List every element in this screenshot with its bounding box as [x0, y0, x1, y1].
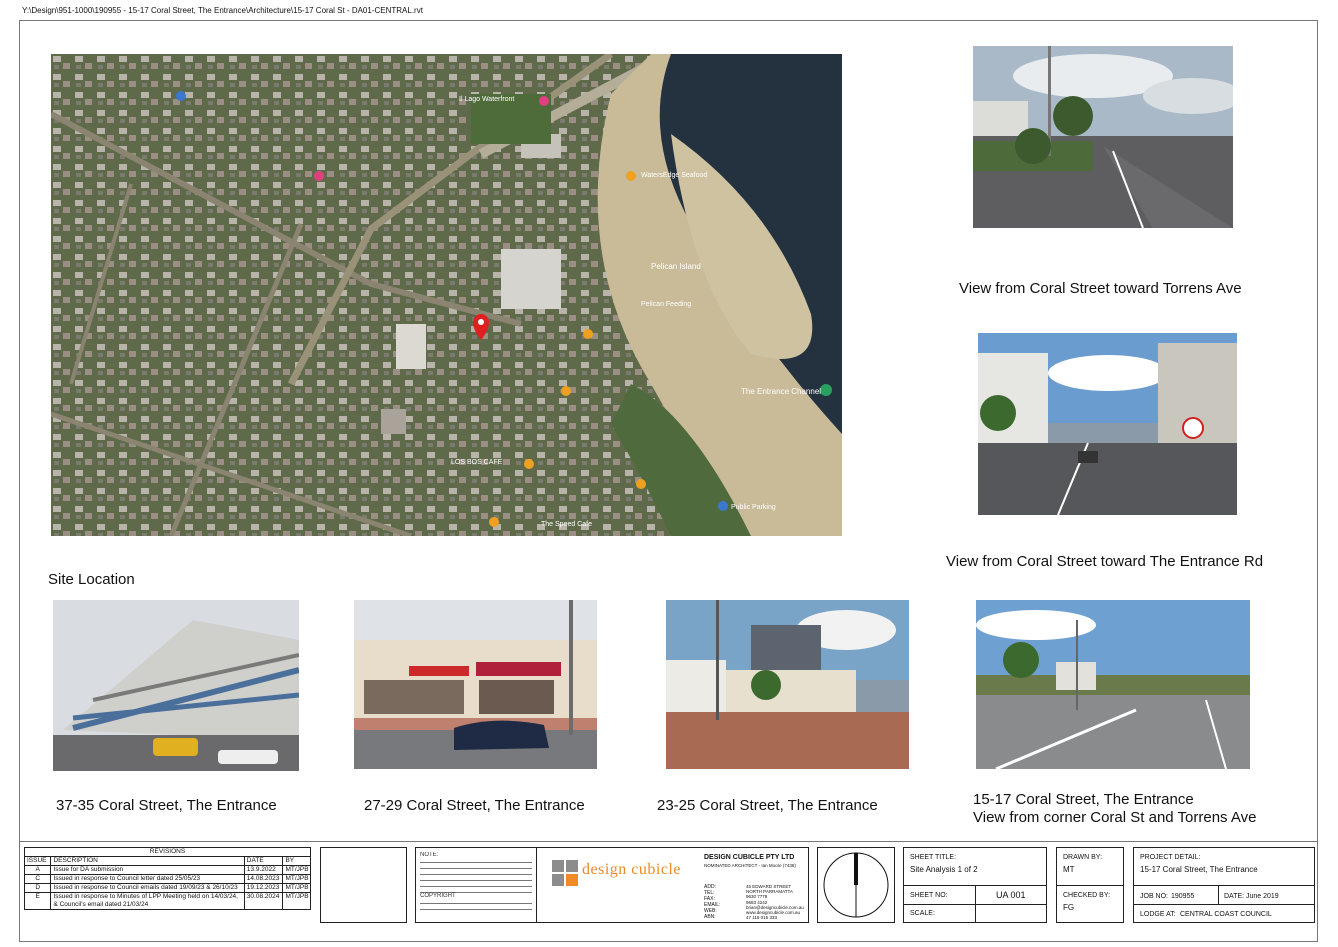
photo-23-25-coral — [666, 600, 909, 769]
job-no: 190955 — [1171, 893, 1195, 900]
drawn-by-label: DRAWN BY: — [1063, 854, 1103, 861]
notes-copyright: COPYRIGHT — [420, 893, 456, 899]
contact-label-abn: ABN: — [704, 914, 716, 920]
rev-description: Issued in response to Council letter dat… — [50, 874, 245, 884]
date: June 2019 — [1246, 893, 1279, 900]
company-panel: NOTE: COPYRIGHT design cubicle DESIGN CU… — [415, 847, 809, 923]
rev-by: MT/JPB — [282, 883, 311, 893]
caption-15-17-line1: 15-17 Coral Street, The Entrance — [973, 791, 1194, 808]
rev-date: 30.08.2024 — [243, 892, 284, 910]
lodge-label: LODGE AT: — [1140, 911, 1176, 918]
scale-label: SCALE: — [910, 910, 935, 917]
map-label-il-lago: Il Lago Waterfront — [459, 96, 514, 103]
rev-by: MT/JPB — [282, 865, 311, 875]
sheet-no: UA 001 — [996, 890, 1026, 900]
checked-by-label: CHECKED BY: — [1063, 892, 1111, 899]
file-path: Y:\Design\951-1000\190955 - 15-17 Coral … — [22, 6, 423, 15]
rev-date: 13.9.2022 — [243, 865, 284, 875]
site-aerial-map: Pelican Island The Entrance Channel Peli… — [51, 54, 842, 536]
table-row: C Issued in response to Council letter d… — [23, 874, 311, 884]
contact-values: 45 EDWARD STREET NORTH PARRAMATTA 9630 7… — [746, 884, 804, 920]
photo-27-29-coral — [354, 600, 597, 769]
sheet-no-label: SHEET NO: — [910, 892, 948, 899]
map-label-channel: The Entrance Channel — [741, 387, 821, 396]
title-block-divider — [19, 841, 1318, 842]
copyright-text-lines — [420, 900, 532, 912]
date-label: DATE: — [1224, 893, 1245, 900]
drawn-checked-panel: DRAWN BY: MT CHECKED BY: FG — [1056, 847, 1124, 923]
rev-date: 14.08.2023 — [243, 874, 284, 884]
caption-27-29: 27-29 Coral Street, The Entrance — [364, 797, 585, 814]
sheet-title-label: SHEET TITLE: — [910, 854, 957, 861]
checked-by: FG — [1063, 903, 1075, 912]
rev-issue: E — [23, 892, 52, 910]
rev-header-issue: ISSUE — [23, 856, 52, 866]
table-row: A Issue for DA submission 13.9.2022 MT/J… — [23, 865, 311, 875]
caption-view-entrance-rd: View from Coral Street toward The Entran… — [946, 553, 1264, 570]
project-detail-label: PROJECT DETAIL: — [1140, 854, 1201, 861]
rev-by: MT/JPB — [282, 874, 311, 884]
north-arrow-panel — [817, 847, 895, 923]
rev-by: MT/JPB — [282, 892, 311, 910]
drawn-by: MT — [1063, 865, 1075, 874]
rev-header-by: BY — [282, 856, 311, 866]
map-label-los-bos: LOS BOS CAFE — [451, 459, 503, 466]
logo-text: design cubicle — [582, 861, 681, 878]
lodge: CENTRAL COAST COUNCIL — [1180, 911, 1272, 918]
map-label-parking: Public Parking — [731, 504, 776, 511]
rev-description: Issued in response to Council emails dat… — [50, 883, 245, 893]
blank-panel — [320, 847, 407, 923]
rev-header-description: DESCRIPTION — [50, 856, 245, 866]
rev-date: 19.12.2023 — [243, 883, 284, 893]
sheet-title: Site Analysis 1 of 2 — [910, 865, 978, 874]
photo-37-35-coral — [53, 600, 299, 771]
photo-view-torrens-ave — [973, 46, 1233, 228]
table-row: D Issued in response to Council emails d… — [23, 883, 311, 893]
notes-heading: NOTE: — [420, 852, 439, 858]
caption-site-location: Site Location — [48, 571, 135, 588]
photo-15-17-coral — [976, 600, 1250, 769]
caption-view-torrens: View from Coral Street toward Torrens Av… — [959, 280, 1242, 297]
company-name: DESIGN CUBICLE PTY LTD — [704, 854, 795, 861]
caption-37-35: 37-35 Coral Street, The Entrance — [56, 797, 277, 814]
contact-abn: 47 119 015 333 — [746, 915, 777, 921]
caption-23-25: 23-25 Coral Street, The Entrance — [657, 797, 878, 814]
project-detail: 15-17 Coral Street, The Entrance — [1140, 865, 1258, 874]
project-detail-panel: PROJECT DETAIL: 15-17 Coral Street, The … — [1133, 847, 1315, 923]
caption-15-17-line2: View from corner Coral St and Torrens Av… — [973, 809, 1257, 826]
rev-header-date: DATE — [243, 856, 284, 866]
sheet-title-panel: SHEET TITLE: Site Analysis 1 of 2 SHEET … — [903, 847, 1047, 923]
job-no-label: JOB NO: — [1140, 893, 1169, 900]
map-label-pelican-feeding: Pelican Feeding — [641, 301, 691, 308]
revisions-table: REVISIONS ISSUE DESCRIPTION DATE BY A Is… — [23, 847, 311, 921]
nominated-architect: NOMINATED ARCHITECT - Ian Moore (7438) — [704, 863, 796, 868]
notes-block: NOTE: COPYRIGHT — [420, 852, 532, 918]
rev-issue: A — [23, 865, 52, 875]
rev-issue: D — [23, 883, 52, 893]
rev-issue: C — [23, 874, 52, 884]
revisions-title: REVISIONS — [24, 847, 311, 857]
map-label-island: Pelican Island — [651, 262, 701, 271]
north-arrow-icon — [823, 852, 889, 918]
notes-text-lines — [420, 859, 532, 893]
map-label-speed-cafe: The Speed Cafe — [541, 521, 592, 528]
contact-labels: ADD: TEL: FAX: EMAIL: WEB: ABN: — [704, 884, 720, 920]
photo-view-entrance-rd — [978, 333, 1237, 515]
rev-description: Issued in response to Minutes of LPP Mee… — [50, 892, 245, 910]
table-row: E Issued in response to Minutes of LPP M… — [23, 892, 311, 910]
map-label-waters-edge: WatersEdge Seafood — [641, 172, 707, 179]
rev-description: Issue for DA submission — [50, 865, 245, 875]
